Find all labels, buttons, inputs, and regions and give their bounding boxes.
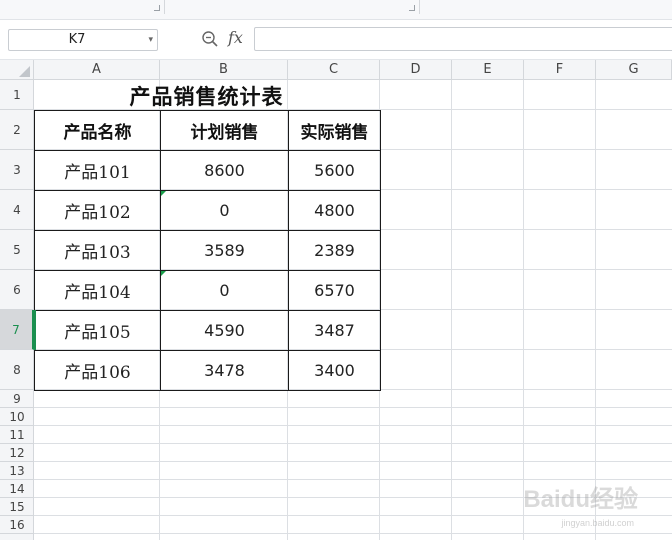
header-cell-product-name[interactable]: 产品名称 (34, 110, 161, 151)
function-icon[interactable]: fx (228, 28, 243, 47)
column-header-b[interactable]: B (160, 60, 288, 80)
actual-sales-cell[interactable]: 6570 (288, 270, 381, 311)
row-header[interactable]: 4 (0, 190, 34, 230)
group-expand-icon[interactable] (154, 5, 160, 11)
grid-line (34, 515, 672, 516)
cell-value: 0 (219, 281, 230, 300)
formula-input[interactable] (254, 27, 672, 51)
row-header[interactable]: 15 (0, 498, 34, 516)
row-header[interactable]: 14 (0, 480, 34, 498)
select-all-button[interactable] (0, 60, 34, 80)
grid-line (34, 443, 672, 444)
grid-line (34, 425, 672, 426)
formula-bar: K7 ▾ fx (0, 20, 672, 60)
column-header-e[interactable]: E (452, 60, 524, 80)
column-header-f[interactable]: F (524, 60, 596, 80)
row-header[interactable]: 3 (0, 150, 34, 190)
planned-sales-cell[interactable]: 0 (160, 270, 289, 311)
column-headers: A B C D E F G (0, 60, 672, 80)
ribbon-strip (0, 0, 672, 20)
row-header[interactable]: 5 (0, 230, 34, 270)
select-all-icon (19, 66, 30, 77)
row-header[interactable]: 1 (0, 80, 34, 110)
row-header[interactable]: 6 (0, 270, 34, 310)
name-box[interactable]: K7 ▾ (8, 29, 158, 51)
row-headers: 1 2 3 4 5 6 7 8 9 10 11 12 13 14 15 16 (0, 80, 34, 540)
watermark-url: jingyan.baidu.com (561, 518, 634, 528)
product-name-cell[interactable]: 产品105 (34, 310, 161, 351)
sales-table: 产品名称 计划销售 实际销售 产品101 8600 5600 产品102 0 4… (34, 110, 381, 391)
name-box-value: K7 (68, 32, 86, 47)
actual-sales-cell[interactable]: 4800 (288, 190, 381, 231)
row-header[interactable]: 2 (0, 110, 34, 150)
error-indicator-icon (161, 271, 166, 276)
group-expand-icon[interactable] (409, 5, 415, 11)
ribbon-segment (0, 0, 165, 14)
ribbon-segment (165, 0, 420, 14)
chevron-down-icon[interactable]: ▾ (148, 30, 153, 50)
product-name-cell[interactable]: 产品102 (34, 190, 161, 231)
row-header[interactable]: 13 (0, 462, 34, 480)
grid-line (34, 533, 672, 534)
cell-value: 0 (219, 201, 230, 220)
product-name-cell[interactable]: 产品101 (34, 150, 161, 191)
actual-sales-cell[interactable]: 2389 (288, 230, 381, 271)
row-header-active[interactable]: 7 (0, 310, 34, 350)
grid-line (34, 407, 672, 408)
column-header-d[interactable]: D (380, 60, 452, 80)
row-header[interactable]: 12 (0, 444, 34, 462)
active-row-indicator (34, 310, 36, 350)
row-header[interactable]: 10 (0, 408, 34, 426)
header-cell-actual-sales[interactable]: 实际销售 (288, 110, 381, 151)
header-cell-planned-sales[interactable]: 计划销售 (160, 110, 289, 151)
actual-sales-cell[interactable]: 3400 (288, 350, 381, 391)
grid-line (34, 461, 672, 462)
column-header-g[interactable]: G (596, 60, 672, 80)
planned-sales-cell[interactable]: 3589 (160, 230, 289, 271)
sheet-title[interactable]: 产品销售统计表 (34, 80, 379, 110)
zoom-formula-icon[interactable] (201, 30, 219, 48)
row-header[interactable]: 9 (0, 390, 34, 408)
product-name-cell[interactable]: 产品106 (34, 350, 161, 391)
column-header-c[interactable]: C (288, 60, 380, 80)
planned-sales-cell[interactable]: 8600 (160, 150, 289, 191)
planned-sales-cell[interactable]: 3478 (160, 350, 289, 391)
column-header-a[interactable]: A (34, 60, 160, 80)
planned-sales-cell[interactable]: 0 (160, 190, 289, 231)
watermark: Baidu经验 (523, 486, 638, 513)
row-header[interactable]: 8 (0, 350, 34, 390)
planned-sales-cell[interactable]: 4590 (160, 310, 289, 351)
product-name-cell[interactable]: 产品104 (34, 270, 161, 311)
row-header[interactable]: 16 (0, 516, 34, 534)
actual-sales-cell[interactable]: 5600 (288, 150, 381, 191)
row-header[interactable]: 11 (0, 426, 34, 444)
error-indicator-icon (161, 191, 166, 196)
actual-sales-cell[interactable]: 3487 (288, 310, 381, 351)
product-name-cell[interactable]: 产品103 (34, 230, 161, 271)
